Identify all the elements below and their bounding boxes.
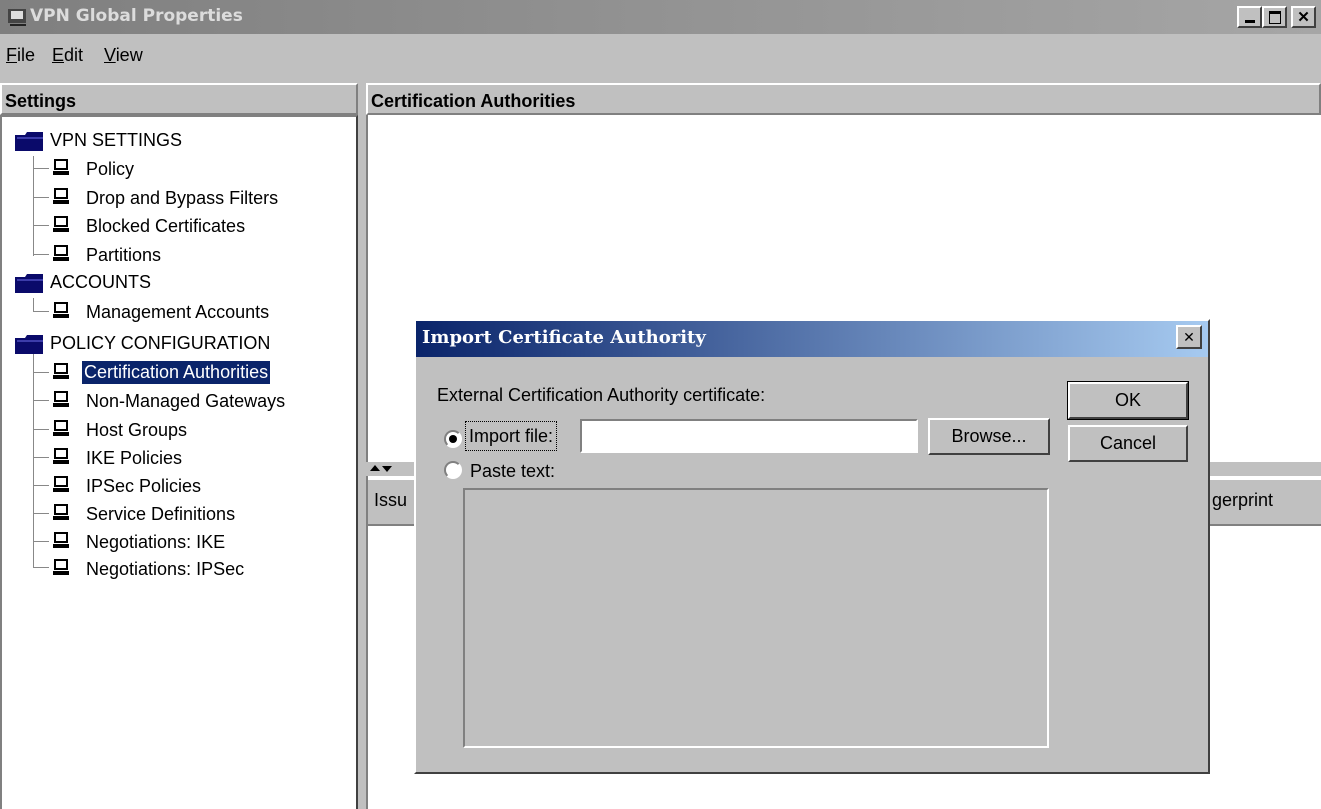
ok-button[interactable]: OK (1067, 381, 1189, 420)
maximize-button[interactable] (1262, 6, 1287, 28)
certificate-label: External Certification Authority certifi… (437, 385, 766, 405)
tree-branch (33, 372, 49, 373)
tree-branch (33, 197, 49, 198)
tree-item-drop-bypass-filters[interactable]: Drop and Bypass Filters (84, 187, 280, 210)
close-icon: ✕ (1183, 328, 1195, 345)
settings-header: Settings (0, 83, 358, 115)
certification-authorities-header: Certification Authorities (366, 83, 1321, 115)
collapse-up-icon[interactable] (370, 465, 380, 471)
computer-icon (53, 245, 69, 261)
dialog-close-button[interactable]: ✕ (1176, 325, 1202, 349)
computer-icon (53, 559, 69, 575)
tree-item-negotiations-ike[interactable]: Negotiations: IKE (84, 531, 227, 554)
menu-bar (0, 34, 1321, 76)
computer-icon (53, 302, 69, 318)
tree-branch (33, 311, 49, 312)
menu-file[interactable]: File (6, 45, 35, 66)
close-icon: ✕ (1297, 9, 1310, 26)
computer-icon (53, 504, 69, 520)
computer-icon (53, 532, 69, 548)
collapse-down-icon[interactable] (382, 466, 392, 472)
tree-item-ipsec-policies[interactable]: IPSec Policies (84, 475, 203, 498)
browse-button[interactable]: Browse... (928, 418, 1050, 455)
column-header-fingerprint[interactable]: gerprint (1212, 490, 1273, 511)
tree-item-non-managed-gateways[interactable]: Non-Managed Gateways (84, 390, 287, 413)
paste-text-radio[interactable] (444, 461, 462, 479)
tree-branch (33, 168, 49, 169)
computer-icon (53, 448, 69, 464)
close-button[interactable]: ✕ (1291, 6, 1316, 28)
computer-icon (53, 216, 69, 232)
tree-line (33, 298, 34, 312)
tree-item-blocked-certificates[interactable]: Blocked Certificates (84, 215, 247, 238)
folder-icon (15, 132, 43, 151)
tree-folder-accounts[interactable]: ACCOUNTS (50, 272, 151, 293)
tree-branch (33, 567, 49, 568)
folder-icon (15, 274, 43, 293)
tree-branch (33, 485, 49, 486)
import-file-label[interactable]: Import file: (465, 421, 558, 451)
dialog-title: Import Certificate Authority (422, 327, 706, 348)
tree-branch (33, 225, 49, 226)
tree-item-partitions[interactable]: Partitions (84, 244, 163, 267)
computer-icon (53, 188, 69, 204)
import-file-radio[interactable] (444, 430, 462, 448)
tree-branch (33, 400, 49, 401)
computer-icon (53, 159, 69, 175)
tree-item-service-definitions[interactable]: Service Definitions (84, 503, 237, 526)
tree-item-host-groups[interactable]: Host Groups (84, 419, 189, 442)
tree-branch (33, 541, 49, 542)
tree-branch (33, 457, 49, 458)
maximize-icon (1268, 10, 1281, 24)
tree-item-policy[interactable]: Policy (84, 158, 136, 181)
menu-edit[interactable]: Edit (52, 45, 83, 66)
tree-folder-policy-configuration[interactable]: POLICY CONFIGURATION (50, 333, 270, 354)
app-icon (8, 9, 26, 26)
computer-icon (53, 391, 69, 407)
minimize-icon (1244, 19, 1255, 23)
tree-item-negotiations-ipsec[interactable]: Negotiations: IPSec (84, 558, 246, 581)
tree-branch (33, 513, 49, 514)
minimize-button[interactable] (1237, 6, 1262, 28)
tree-line (33, 354, 34, 567)
computer-icon (53, 420, 69, 436)
paste-text-label[interactable]: Paste text: (470, 461, 555, 482)
window-title: VPN Global Properties (30, 6, 243, 26)
tree-branch (33, 254, 49, 255)
tree-item-ike-policies[interactable]: IKE Policies (84, 447, 184, 470)
computer-icon (53, 476, 69, 492)
tree-folder-vpn-settings[interactable]: VPN SETTINGS (50, 130, 182, 151)
import-file-input[interactable] (580, 419, 918, 453)
tree-item-management-accounts[interactable]: Management Accounts (84, 301, 271, 324)
folder-icon (15, 335, 43, 354)
tree-line (33, 156, 34, 256)
paste-text-area[interactable] (463, 488, 1049, 748)
cancel-button[interactable]: Cancel (1068, 425, 1188, 462)
column-header-issuer[interactable]: Issu (374, 490, 407, 511)
radio-selected-dot (449, 435, 457, 443)
tree-item-certification-authorities[interactable]: Certification Authorities (82, 361, 271, 384)
menu-view[interactable]: View (104, 45, 143, 66)
computer-icon (53, 363, 69, 379)
tree-branch (33, 429, 49, 430)
